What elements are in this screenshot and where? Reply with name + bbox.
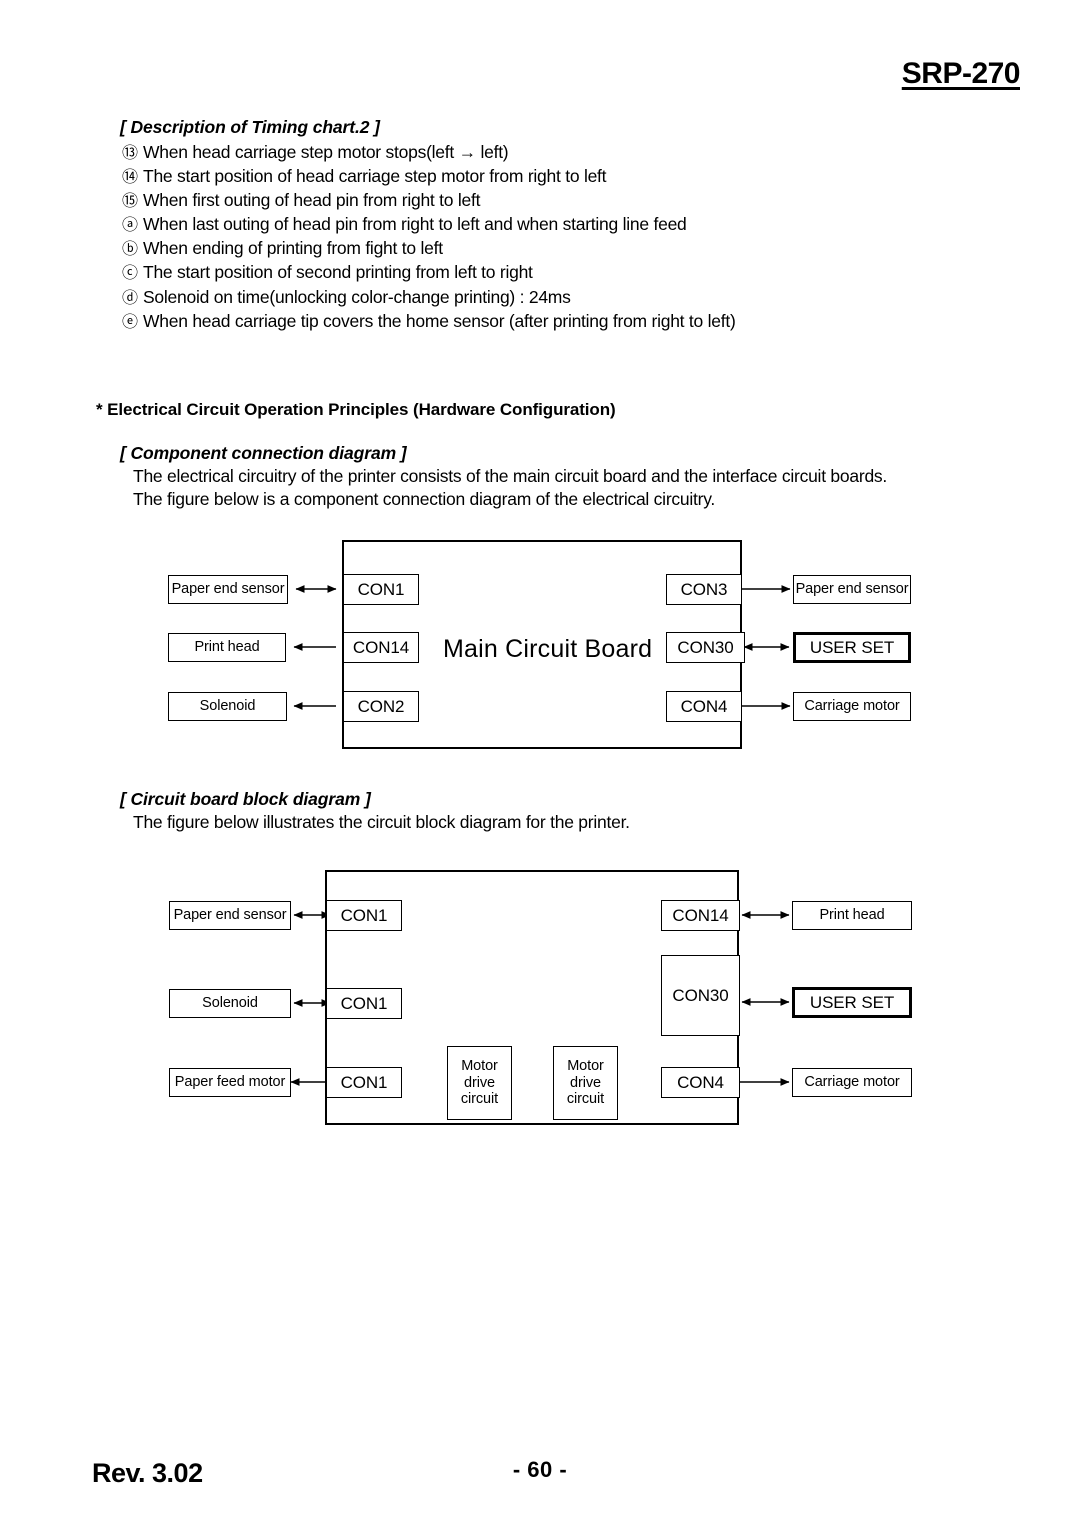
circuit-board-block-diagram: CON1 CON1 CON1 CON14 CON30 CON4 Motor dr… — [0, 0, 1080, 1527]
diagram2-component-carriage-motor: Carriage motor — [792, 1068, 912, 1097]
diagram2-motor-drive-circuit-1: Motor drive circuit — [447, 1046, 512, 1120]
diagram2-connector-con14: CON14 — [661, 900, 740, 931]
diagram2-component-solenoid: Solenoid — [169, 989, 291, 1018]
motor-drive-line-1: Motor — [567, 1057, 604, 1074]
diagram2-connector-con1-b: CON1 — [326, 988, 402, 1019]
diagram2-motor-drive-circuit-2: Motor drive circuit — [553, 1046, 618, 1120]
diagram2-component-paper-feed-motor: Paper feed motor — [169, 1068, 291, 1097]
diagram2-wires — [290, 911, 790, 1086]
diagram2-connector-con30: CON30 — [661, 955, 740, 1036]
diagram2-component-paper-end-sensor: Paper end sensor — [169, 901, 291, 930]
motor-drive-line-1: Motor — [461, 1057, 498, 1074]
diagram2-component-user-set: USER SET — [792, 987, 912, 1018]
diagram2-connector-con1-c: CON1 — [326, 1067, 402, 1098]
motor-drive-line-2: drive — [570, 1074, 601, 1091]
motor-drive-line-3: circuit — [460, 1091, 499, 1108]
diagram2-component-print-head: Print head — [792, 901, 912, 930]
footer-page-number: - 60 - — [512, 1457, 568, 1482]
motor-drive-line-3: circuit — [566, 1091, 605, 1108]
motor-drive-line-2: drive — [464, 1074, 495, 1091]
diagram2-connector-con1-a: CON1 — [326, 900, 402, 931]
diagram2-connector-con4: CON4 — [661, 1067, 740, 1098]
